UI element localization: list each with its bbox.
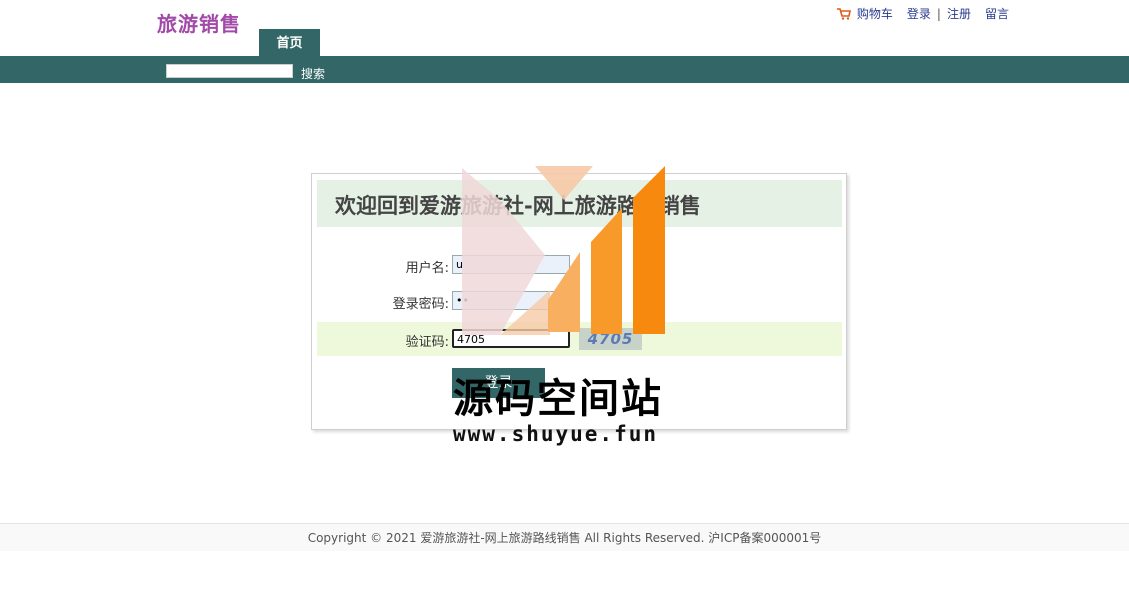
captcha-field[interactable]: 4705	[452, 329, 570, 348]
copyright-text: Copyright © 2021 爱游旅游社-网上旅游路线销售 All Righ…	[307, 531, 822, 545]
login-header: 欢迎回到爱游旅游社-网上旅游路线销售	[317, 180, 842, 227]
username-row: 用户名: u	[317, 248, 842, 282]
register-link[interactable]: 注册	[947, 5, 971, 22]
username-label: 用户名:	[405, 261, 449, 276]
login-title: 欢迎回到爱游旅游社-网上旅游路线销售	[335, 194, 701, 218]
login-link[interactable]: 登录	[907, 5, 931, 22]
message-link[interactable]: 留言	[985, 5, 1009, 22]
captcha-label: 验证码:	[405, 335, 449, 350]
captcha-row: 验证码: 4705 4705	[317, 322, 842, 356]
search-input[interactable]	[166, 64, 293, 78]
cart-link[interactable]: 购物车	[857, 5, 893, 22]
site-logo[interactable]: 旅游销售	[157, 8, 241, 37]
password-row: 登录密码: ••	[317, 284, 842, 318]
username-field[interactable]: u	[452, 255, 570, 274]
nav-bar: 搜索	[0, 56, 1129, 83]
tab-home[interactable]: 首页	[259, 29, 320, 56]
watermark-text: 源码空间站	[453, 376, 663, 422]
search-button[interactable]: 搜索	[301, 65, 325, 82]
password-field[interactable]: ••	[452, 291, 570, 310]
top-links: 购物车 登录 | 注册 留言	[836, 5, 1009, 22]
cart-icon[interactable]	[836, 7, 851, 20]
footer: Copyright © 2021 爱游旅游社-网上旅游路线销售 All Righ…	[0, 523, 1129, 551]
link-separator: |	[936, 6, 941, 21]
watermark-url: www.shuyue.fun	[453, 422, 659, 446]
password-label: 登录密码:	[392, 297, 449, 312]
captcha-image[interactable]: 4705	[579, 328, 642, 350]
